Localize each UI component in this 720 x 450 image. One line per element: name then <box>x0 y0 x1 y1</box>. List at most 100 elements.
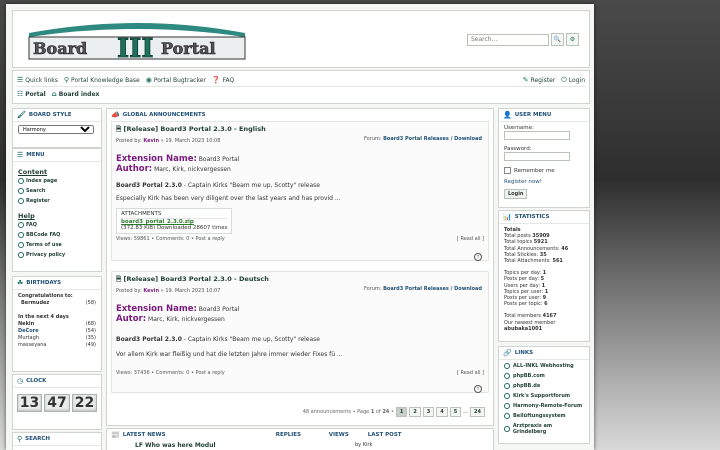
circle-icon <box>18 198 24 204</box>
birthday-name[interactable]: masseyana <box>18 342 46 348</box>
page-5-button[interactable]: 5 <box>449 407 462 417</box>
forum-link[interactable]: Board3 Portal Releases / Download <box>383 286 482 292</box>
register-link[interactable]: ✎ Register <box>523 76 556 84</box>
link-label: ALL-INKL Webhosting <box>513 363 574 369</box>
menu-item-bbcode[interactable]: BBCode FAQ <box>18 232 96 238</box>
news-row: LF Who was here Modul by Kirk <box>107 442 493 449</box>
back-to-top-icon[interactable]: ↑ <box>474 385 482 393</box>
post-title-row[interactable]: 🗎 [Release] Board3 Portal 2.3.0 - Deutsc… <box>116 275 484 286</box>
post-title-row[interactable]: 🗎 [Release] Board3 Portal 2.3.0 - Englis… <box>116 125 484 136</box>
portal-icon: ☷ <box>17 89 24 98</box>
style-select[interactable]: Harmony <box>18 125 94 134</box>
page-4-button[interactable]: 4 <box>436 407 448 417</box>
post-stats: Views: 37436 • Comments: 0 • Post a repl… <box>116 370 225 376</box>
post-footer: Views: 37436 • Comments: 0 • Post a repl… <box>116 370 484 376</box>
advanced-search-button[interactable]: ⚙ <box>566 33 579 46</box>
link-label: Kirk's Supportforum <box>513 393 571 399</box>
stat-label: Posts per user: <box>504 295 542 302</box>
quick-links[interactable]: ☰ Quick links <box>17 75 58 84</box>
document-icon: 🗎 <box>116 275 124 283</box>
breadcrumb-board-index[interactable]: ⌂ Board index <box>52 90 100 98</box>
birthday-name[interactable]: DeCore <box>18 328 39 334</box>
user-menu-body: Username: Password: Remember me Register… <box>499 122 589 202</box>
menu-item-privacy[interactable]: Privacy policy <box>18 252 96 258</box>
search-panel-title: SEARCH <box>25 436 50 442</box>
post-author[interactable]: Kevin <box>143 138 159 144</box>
news-last-by[interactable]: by Kirk <box>355 442 372 449</box>
menu-title: MENU <box>26 152 45 158</box>
post-body: Vor allem Kirk war fleißig und hat die l… <box>116 351 343 358</box>
birthday-name[interactable]: Nekin <box>18 321 34 327</box>
faq-link[interactable]: ❓ FAQ <box>212 76 234 84</box>
navbar: ☰ Quick links ⚲ Portal Knowledge Base ◉ Por… <box>12 70 590 104</box>
link-item[interactable]: ALL-INKL Webhosting <box>504 363 584 369</box>
username-field[interactable] <box>504 131 570 140</box>
post-reply-link[interactable]: Post a reply <box>196 370 225 376</box>
search-panel-header: ⚲ SEARCH <box>13 433 101 446</box>
latest-news-title: LATEST NEWS <box>122 432 166 438</box>
menu-item-search[interactable]: Search <box>18 188 96 194</box>
link-item[interactable]: Arztpraxis am Grindelberg <box>504 423 584 435</box>
read-all-link[interactable]: [ Read all ] <box>457 370 484 376</box>
birthdays-header: ☘ BIRTHDAYS <box>13 277 101 290</box>
link-item[interactable]: Beilüftungssystem <box>504 413 584 419</box>
stat-value: 1 <box>542 270 547 277</box>
hamburger-icon: ☰ <box>17 75 24 84</box>
login-link[interactable]: ⏻ Login <box>561 76 585 84</box>
post-comments[interactable]: Comments: 0 <box>156 236 190 242</box>
menu-item-index[interactable]: Index page <box>18 178 96 184</box>
knowledge-base-link[interactable]: ⚲ Portal Knowledge Base <box>64 76 140 84</box>
read-all-link[interactable]: [ Read all ] <box>457 236 484 242</box>
stat-value: 6 <box>544 301 548 308</box>
pagination-of: of <box>375 409 381 415</box>
search-panel: ⚲ SEARCH <box>12 432 102 450</box>
newest-member-link[interactable]: abubaka1001 <box>504 326 584 332</box>
col-last-post: LAST POST <box>367 432 402 438</box>
page-3-button[interactable]: 3 <box>422 407 435 417</box>
statistics-header: 📊 STATISTICS <box>499 211 589 224</box>
menu-item-terms[interactable]: Terms of use <box>18 242 96 248</box>
nav-links: ☰ Quick links ⚲ Portal Knowledge Base ◉ Por… <box>17 74 585 87</box>
birthday-name[interactable]: Murtagh <box>18 335 39 341</box>
forum-link[interactable]: Board3 Portal Releases / Download <box>383 136 482 142</box>
search-input[interactable] <box>467 33 549 46</box>
breadcrumb-portal[interactable]: ☷ Portal <box>17 89 46 98</box>
brush-icon: 🖌 <box>17 110 26 119</box>
stat-value: 561 <box>552 258 563 265</box>
posted-by-label: Posted by: <box>116 288 142 294</box>
menu-item-faq[interactable]: FAQ <box>18 222 96 228</box>
register-now-link[interactable]: Register now! <box>504 179 584 185</box>
link-item[interactable]: phpBB.de <box>504 383 584 389</box>
stat-value: 35909 <box>532 233 550 240</box>
birthday-age: (54) <box>85 328 96 334</box>
post-title: [Release] Board3 Portal 2.3.0 - Deutsch <box>123 275 269 283</box>
search-button[interactable]: 🔍 <box>551 33 564 46</box>
menu-item-label: Terms of use <box>26 242 62 248</box>
link-icon: 🔗 <box>503 348 512 357</box>
bugtracker-link[interactable]: ◉ Portal Bugtracker <box>146 76 206 84</box>
logo-portal-text: Portal <box>161 39 216 58</box>
pagination-current-num: 1 <box>370 409 375 415</box>
birthday-name[interactable]: Bermudez <box>18 300 49 306</box>
link-item[interactable]: Kirk's Supportforum <box>504 393 584 399</box>
menu-item-register[interactable]: Register <box>18 198 96 204</box>
news-topic-title[interactable]: LF Who was here Modul <box>135 442 355 449</box>
birthday-row: Murtagh (35) <box>18 335 96 341</box>
link-item[interactable]: phpBB.com <box>504 373 584 379</box>
post-reply-link[interactable]: Post a reply <box>196 236 225 242</box>
page-last-button[interactable]: 24 <box>470 407 485 417</box>
post-comments[interactable]: Comments: 0 <box>156 370 190 376</box>
announcements-title: GLOBAL ANNOUNCEMENTS <box>122 112 206 118</box>
ext-name-label: Extension Name: <box>116 154 197 164</box>
site-logo[interactable]: Board III Portal <box>25 19 249 63</box>
post-author[interactable]: Kevin <box>143 288 159 294</box>
links-title: LINKS <box>514 350 534 356</box>
link-item[interactable]: Harmony-Remote-Forum <box>504 403 584 409</box>
back-to-top-icon[interactable]: ↑ <box>474 253 482 261</box>
password-field[interactable] <box>504 152 570 161</box>
menu-panel: ☰ MENU Content Index page Search Register… <box>12 148 102 272</box>
page-2-button[interactable]: 2 <box>409 407 421 417</box>
page-1-button[interactable]: 1 <box>395 407 408 417</box>
remember-checkbox[interactable] <box>504 167 511 174</box>
login-button[interactable]: Login <box>504 189 528 199</box>
